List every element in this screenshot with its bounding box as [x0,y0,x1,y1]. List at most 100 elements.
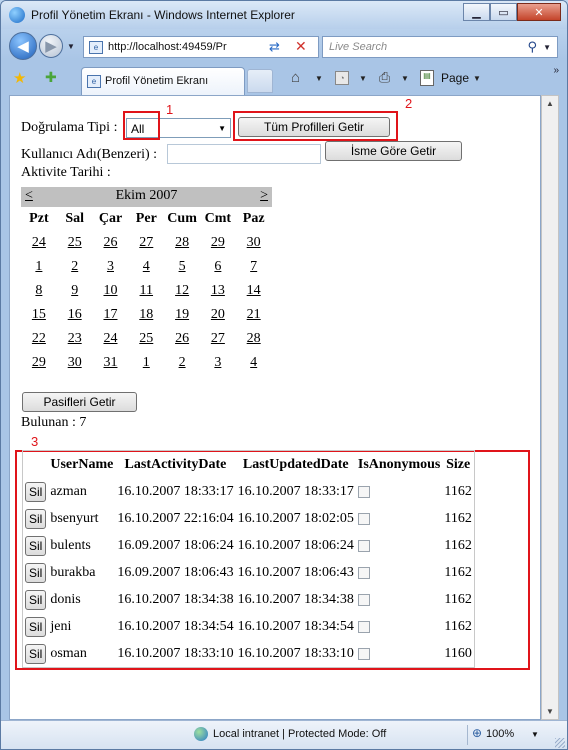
get-by-name-button[interactable]: İsme Göre Getir [325,141,462,161]
calendar-day[interactable]: 2 [57,255,93,279]
cell-last-activity: 16.09.2007 18:06:43 [117,565,234,580]
column-header-username: UserName [50,456,114,472]
calendar-day[interactable]: 7 [236,255,272,279]
home-dropdown-icon[interactable]: ▼ [315,74,323,83]
calendar-day[interactable]: 9 [57,279,93,303]
calendar-day[interactable]: 24 [93,327,129,351]
refresh-icon[interactable]: ⇄ [269,39,280,55]
delete-button[interactable]: Sil [25,563,47,583]
calendar-day[interactable]: 21 [236,303,272,327]
security-zone-text[interactable]: Local intranet | Protected Mode: Off [213,728,386,740]
delete-button[interactable]: Sil [25,536,47,556]
calendar-day[interactable]: 4 [128,255,164,279]
new-tab-button[interactable] [247,69,273,93]
scroll-up-icon[interactable]: ▲ [546,99,554,108]
calendar-day[interactable]: 25 [57,231,93,255]
calendar-day[interactable]: 1 [21,255,57,279]
calendar-day[interactable]: 2 [164,351,200,375]
calendar-day[interactable]: 6 [200,255,236,279]
calendar-day[interactable]: 14 [236,279,272,303]
annotation-number-1: 1 [166,102,174,117]
calendar-day[interactable]: 27 [200,327,236,351]
cell-last-updated: 16.10.2007 18:33:17 [237,484,354,499]
print-icon[interactable]: ⎙ [379,69,390,86]
zoom-level[interactable]: 100% [486,728,514,740]
delete-button[interactable]: Sil [25,643,47,664]
calendar-day[interactable]: 26 [93,231,129,255]
cell-size: 1162 [444,511,472,526]
calendar-day[interactable]: 8 [21,279,57,303]
calendar-day[interactable]: 30 [57,351,93,375]
calendar-grid: Pzt Sal Çar Per Cum Cmt Paz 24 25 26 27 … [21,207,272,375]
delete-button[interactable]: Sil [25,482,47,502]
title-bar: Profil Yönetim Ekranı - Windows Internet… [1,1,567,29]
resize-grip[interactable] [555,738,565,748]
calendar-day[interactable]: 22 [21,327,57,351]
calendar-day[interactable]: 29 [200,231,236,255]
favorites-star-icon[interactable]: ★ [13,69,26,87]
calendar-day[interactable]: 5 [164,255,200,279]
calendar-day[interactable]: 23 [57,327,93,351]
calendar-day[interactable]: 13 [200,279,236,303]
calendar-day[interactable]: 10 [93,279,129,303]
toolbar-overflow-icon[interactable]: » [553,65,559,76]
annotation-box-1 [123,111,160,140]
search-icon[interactable]: ⚲ [527,39,537,55]
calendar-day[interactable]: 11 [128,279,164,303]
calendar-day[interactable]: 28 [236,327,272,351]
calendar-day[interactable]: 24 [21,231,57,255]
close-button[interactable]: ✕ [517,3,561,21]
calendar-day[interactable]: 4 [236,351,272,375]
calendar-day[interactable]: 15 [21,303,57,327]
calendar-day[interactable]: 26 [164,327,200,351]
search-dropdown-icon[interactable]: ▼ [543,43,551,52]
delete-button[interactable]: Sil [25,617,47,637]
calendar-weekday: Cmt [204,211,232,226]
calendar-day[interactable]: 27 [128,231,164,255]
calendar-day[interactable]: 1 [128,351,164,375]
maximize-button[interactable]: ▭ [490,3,517,21]
stop-icon[interactable]: ✕ [295,38,307,55]
calendar-day[interactable]: 20 [200,303,236,327]
history-dropdown-icon[interactable]: ▼ [67,42,75,51]
home-icon[interactable]: ⌂ [291,69,300,86]
calendar-next-link[interactable]: > [260,188,268,204]
vertical-scrollbar[interactable]: ▲ ▼ [541,95,559,720]
calendar-day[interactable]: 18 [128,303,164,327]
delete-button[interactable]: Sil [25,509,47,529]
get-inactive-button[interactable]: Pasifleri Getir [22,392,137,412]
page-menu[interactable]: Page [441,71,469,85]
feeds-icon[interactable]: ◔ [335,71,349,85]
print-dropdown-icon[interactable]: ▼ [401,74,409,83]
search-input[interactable]: Live Search ⚲ ▼ [322,36,558,58]
calendar-day[interactable]: 25 [128,327,164,351]
cell-last-updated: 16.10.2007 18:34:54 [237,619,354,634]
is-anonymous-checkbox [357,647,370,660]
address-bar[interactable]: e http://localhost:49459/Pr ▼ [83,36,319,58]
calendar-day[interactable]: 19 [164,303,200,327]
calendar-day[interactable]: 17 [93,303,129,327]
zoom-icon[interactable]: ⊕ [472,726,482,740]
window-title: Profil Yönetim Ekranı - Windows Internet… [31,8,295,22]
calendar-day[interactable]: 3 [200,351,236,375]
zoom-dropdown-icon[interactable]: ▼ [531,730,539,739]
tab-bar: ★ ✚ e Profil Yönetim Ekranı ⌂ ▼ ◔ ▼ ⎙ ▼ … [1,63,567,95]
forward-button[interactable]: ▶ [39,34,63,58]
page-dropdown-icon[interactable]: ▼ [473,74,481,83]
calendar-day[interactable]: 16 [57,303,93,327]
add-favorites-icon[interactable]: ✚ [45,69,57,86]
username-input[interactable] [167,144,321,164]
minimize-button[interactable]: ▁ [463,3,490,21]
table-row: Sil donis 16.10.2007 18:34:38 16.10.2007… [23,587,475,614]
calendar-day[interactable]: 12 [164,279,200,303]
back-button[interactable]: ◀ [9,32,37,60]
tab-profil-yonetim[interactable]: e Profil Yönetim Ekranı [81,67,245,95]
feeds-dropdown-icon[interactable]: ▼ [359,74,367,83]
calendar-day[interactable]: 29 [21,351,57,375]
scroll-down-icon[interactable]: ▼ [546,707,554,716]
calendar-day[interactable]: 3 [93,255,129,279]
calendar-day[interactable]: 28 [164,231,200,255]
calendar-day[interactable]: 30 [236,231,272,255]
calendar-day[interactable]: 31 [93,351,129,375]
delete-button[interactable]: Sil [25,590,47,610]
